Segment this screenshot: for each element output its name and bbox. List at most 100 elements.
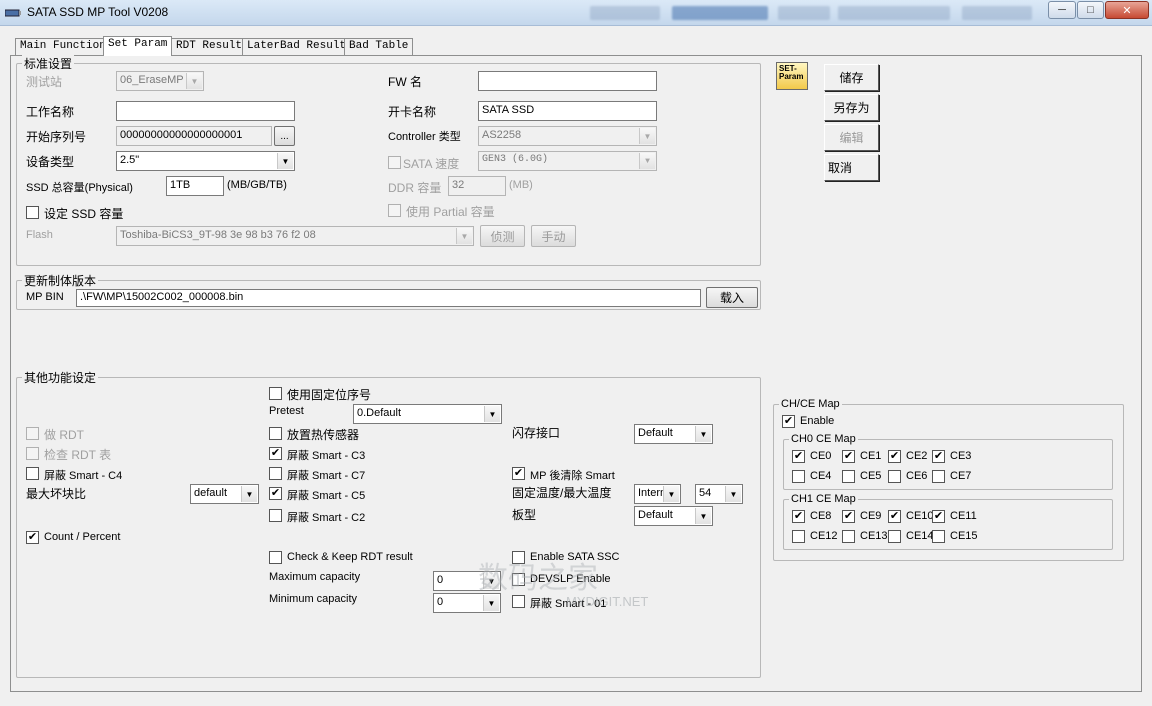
- chevron-down-icon: ▼: [639, 128, 655, 144]
- tab-rdt-result[interactable]: RDT Result: [171, 38, 248, 55]
- ch0-checkbox-ce2[interactable]: ✔: [888, 450, 901, 463]
- check-mark-icon: ✔: [933, 450, 944, 462]
- ch0-checkbox-ce7[interactable]: [932, 470, 945, 483]
- check-rdt-table-checkbox[interactable]: [26, 447, 39, 460]
- mask-smart-c4-checkbox[interactable]: [26, 467, 39, 480]
- chevron-down-icon: ▼: [277, 153, 293, 169]
- maximize-button[interactable]: □: [1077, 1, 1104, 19]
- chce-enable-label: Enable: [800, 415, 835, 427]
- ch1-checkbox-ce10[interactable]: ✔: [888, 510, 901, 523]
- mask-smart-c2-checkbox[interactable]: [269, 509, 282, 522]
- mask-smart-c5-checkbox[interactable]: ✔: [269, 487, 282, 500]
- blurred-region: [778, 6, 830, 20]
- check-mark-icon: ✔: [270, 447, 281, 459]
- serial-browse-button[interactable]: ...: [274, 126, 295, 146]
- device-type-select[interactable]: 2.5" ▼: [116, 151, 295, 171]
- chevron-down-icon: ▼: [484, 406, 500, 422]
- controller-select[interactable]: AS2258 ▼: [478, 126, 657, 146]
- mask-smart-c3-checkbox[interactable]: ✔: [269, 447, 282, 460]
- mask-smart-c7-label: 屏蔽 Smart - C7: [287, 470, 366, 482]
- flash-interface-select[interactable]: Default ▼: [634, 424, 713, 444]
- ch1-checkbox-ce15[interactable]: [932, 530, 945, 543]
- ch0-checkbox-ce3[interactable]: ✔: [932, 450, 945, 463]
- cancel-button[interactable]: 取消: [824, 154, 879, 181]
- count-percent-label: Count / Percent: [44, 531, 121, 543]
- board-select[interactable]: Default ▼: [634, 506, 713, 526]
- tab-set-param[interactable]: Set Param: [103, 36, 173, 56]
- ch1-label: CE11: [950, 510, 977, 522]
- check-keep-rdt-checkbox[interactable]: [269, 551, 282, 564]
- start-serial-input[interactable]: 00000000000000000001: [116, 126, 272, 146]
- check-mark-icon: ✔: [843, 510, 854, 522]
- mp-bin-input[interactable]: .\FW\MP\15002C002_000008.bin: [76, 289, 701, 307]
- ch1-checkbox-ce12[interactable]: [792, 530, 805, 543]
- ch0-label: CE7: [950, 470, 972, 482]
- ch1-checkbox-ce14[interactable]: [888, 530, 901, 543]
- close-button[interactable]: ✕: [1105, 1, 1149, 19]
- pretest-select[interactable]: 0.Default ▼: [353, 404, 502, 424]
- set-ssd-capacity-label: 设定 SSD 容量: [44, 207, 124, 221]
- detect-button[interactable]: 侦测: [480, 225, 525, 247]
- ch0-checkbox-ce1[interactable]: ✔: [842, 450, 855, 463]
- chce-enable-checkbox[interactable]: ✔: [782, 415, 795, 428]
- check-mark-icon: ✔: [933, 510, 944, 522]
- do-rdt-checkbox[interactable]: [26, 427, 39, 440]
- ssd-capacity-label: SSD 总容量(Physical): [26, 182, 133, 194]
- chevron-down-icon: ▼: [695, 426, 711, 442]
- pretest-label: Pretest: [269, 405, 304, 417]
- card-name-input[interactable]: SATA SSD: [478, 101, 657, 121]
- count-percent-checkbox[interactable]: ✔: [26, 531, 39, 544]
- minimize-button[interactable]: ─: [1048, 1, 1076, 19]
- tab-laterbad-result[interactable]: LaterBad Result: [242, 38, 352, 55]
- work-name-input[interactable]: [116, 101, 295, 121]
- ch0-checkbox-ce4[interactable]: [792, 470, 805, 483]
- chevron-down-icon: ▼: [483, 595, 499, 611]
- use-fixed-position-checkbox[interactable]: [269, 387, 282, 400]
- chevron-down-icon: ▼: [663, 486, 679, 502]
- temp-value-select[interactable]: 54 ▼: [695, 484, 743, 504]
- mp-clear-smart-checkbox[interactable]: ✔: [512, 467, 525, 480]
- ch1-checkbox-ce9[interactable]: ✔: [842, 510, 855, 523]
- thermal-sensor-checkbox[interactable]: [269, 427, 282, 440]
- use-fixed-position-label: 使用固定位序号: [287, 388, 372, 402]
- save-button[interactable]: 储存: [824, 64, 879, 91]
- chevron-down-icon: ▼: [186, 73, 202, 89]
- station-select[interactable]: 06_EraseMP ▼: [116, 71, 204, 91]
- ch1-checkbox-ce8[interactable]: ✔: [792, 510, 805, 523]
- edit-button[interactable]: 编辑: [824, 124, 879, 151]
- tab-main-function[interactable]: Main Function: [15, 38, 111, 55]
- ch0-label: CE4: [810, 470, 832, 482]
- ch1-ce-map-group: [783, 499, 1113, 550]
- chevron-down-icon: ▼: [639, 153, 655, 169]
- load-button[interactable]: 载入: [706, 287, 758, 308]
- ddr-input[interactable]: 32: [448, 176, 506, 196]
- fw-name-input[interactable]: [478, 71, 657, 91]
- sata-speed-checkbox[interactable]: [388, 156, 401, 169]
- flash-interface-label: 闪存接口: [512, 426, 561, 440]
- flash-select[interactable]: Toshiba-BiCS3_9T-98 3e 98 b3 76 f2 08 ▼: [116, 226, 474, 246]
- ch0-checkbox-ce6[interactable]: [888, 470, 901, 483]
- tab-bad-table[interactable]: Bad Table: [344, 38, 414, 55]
- app-icon: [5, 9, 21, 17]
- ch0-checkbox-ce5[interactable]: [842, 470, 855, 483]
- firmware-group-label: 更新制体版本: [22, 272, 99, 289]
- sata-speed-select[interactable]: GEN3 (6.0G) ▼: [478, 151, 657, 171]
- chevron-down-icon: ▼: [695, 508, 711, 524]
- mask-smart-c7-checkbox[interactable]: [269, 467, 282, 480]
- partial-capacity-checkbox[interactable]: [388, 204, 401, 217]
- temp-mode-select[interactable]: Intern ▼: [634, 484, 681, 504]
- check-mark-icon: ✔: [270, 487, 281, 499]
- ch1-checkbox-ce13[interactable]: [842, 530, 855, 543]
- start-serial-label: 开始序列号: [26, 130, 87, 144]
- ch1-checkbox-ce11[interactable]: ✔: [932, 510, 945, 523]
- set-ssd-capacity-checkbox[interactable]: [26, 206, 39, 219]
- manual-button[interactable]: 手动: [531, 225, 576, 247]
- ssd-capacity-input[interactable]: 1TB: [166, 176, 224, 196]
- blurred-region: [838, 6, 950, 20]
- blurred-region: [590, 6, 660, 20]
- save-as-button[interactable]: 另存为: [824, 94, 879, 121]
- work-name-label: 工作名称: [26, 105, 75, 119]
- ch0-checkbox-ce0[interactable]: ✔: [792, 450, 805, 463]
- max-bad-block-select[interactable]: default ▼: [190, 484, 259, 504]
- ch0-label: CE1: [860, 450, 882, 462]
